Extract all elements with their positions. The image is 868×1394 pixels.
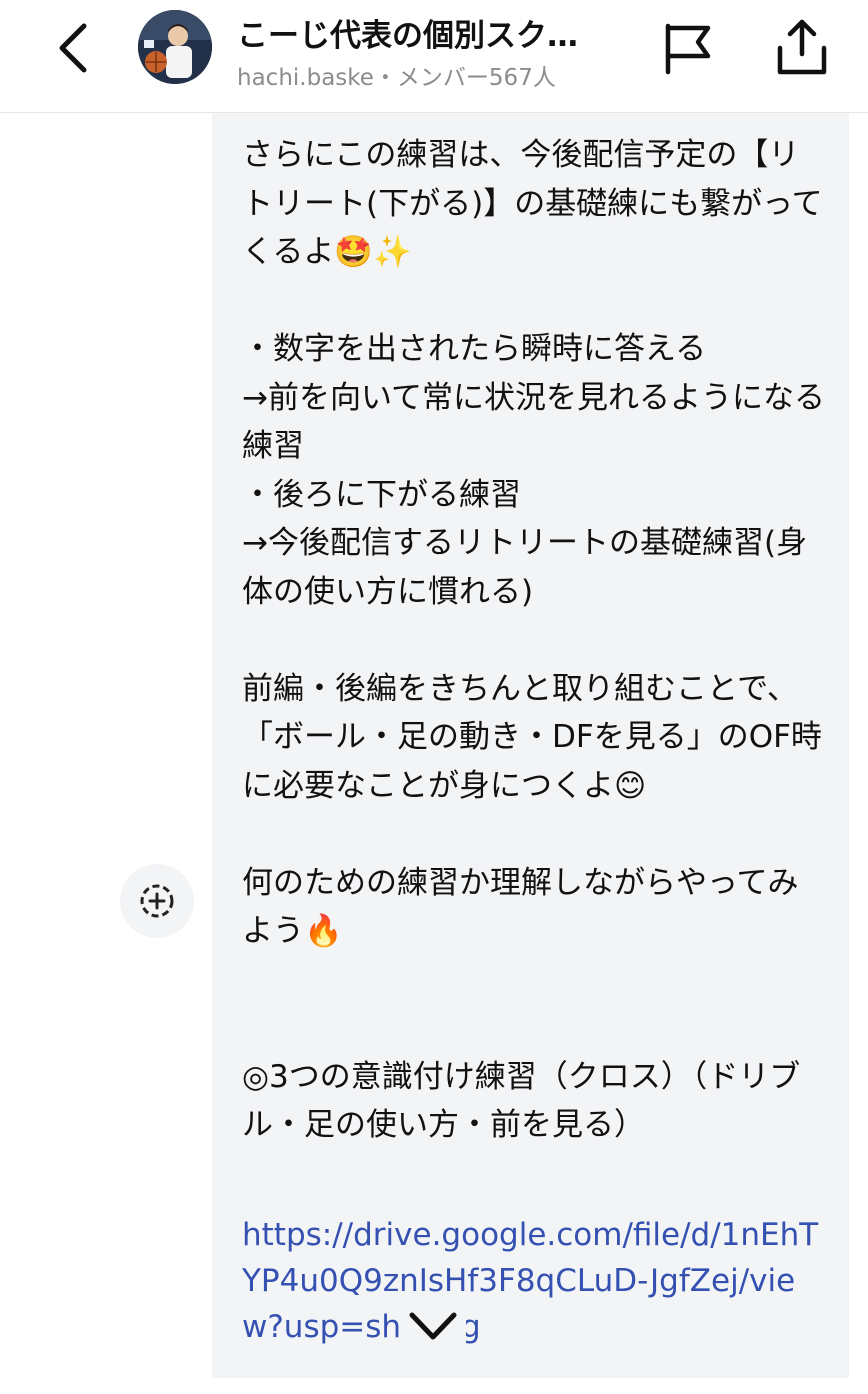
scroll-down-button[interactable]	[400, 1303, 466, 1353]
chat-header: こーじ代表の個別スク… hachi.baske・メンバー567人	[0, 0, 868, 113]
chevron-down-icon	[409, 1312, 457, 1340]
message-text: さらにこの練習は、今後配信予定の【リトリート(下がる)】の基礎練にも繋がってくる…	[242, 137, 826, 1143]
share-icon	[777, 19, 827, 75]
chevron-left-icon	[59, 23, 87, 73]
add-reaction-button[interactable]	[120, 864, 194, 938]
avatar-image	[138, 10, 212, 84]
message-link[interactable]: https://drive.google.com/file/d/1nEhTYP4…	[242, 1212, 827, 1350]
message-bubble[interactable]: さらにこの練習は、今後配信予定の【リトリート(下がる)】の基礎練にも繋がってくる…	[212, 113, 849, 1378]
share-button[interactable]	[774, 18, 830, 76]
back-button[interactable]	[52, 22, 96, 74]
chat-content[interactable]: さらにこの練習は、今後配信予定の【リトリート(下がる)】の基礎練にも繋がってくる…	[0, 113, 868, 1394]
add-reaction-icon	[140, 884, 174, 918]
avatar[interactable]	[138, 10, 212, 84]
report-button[interactable]	[662, 20, 714, 76]
group-title: こーじ代表の個別スク…	[237, 18, 578, 54]
group-subtitle: hachi.baske・メンバー567人	[237, 65, 556, 91]
flag-icon	[665, 23, 711, 75]
